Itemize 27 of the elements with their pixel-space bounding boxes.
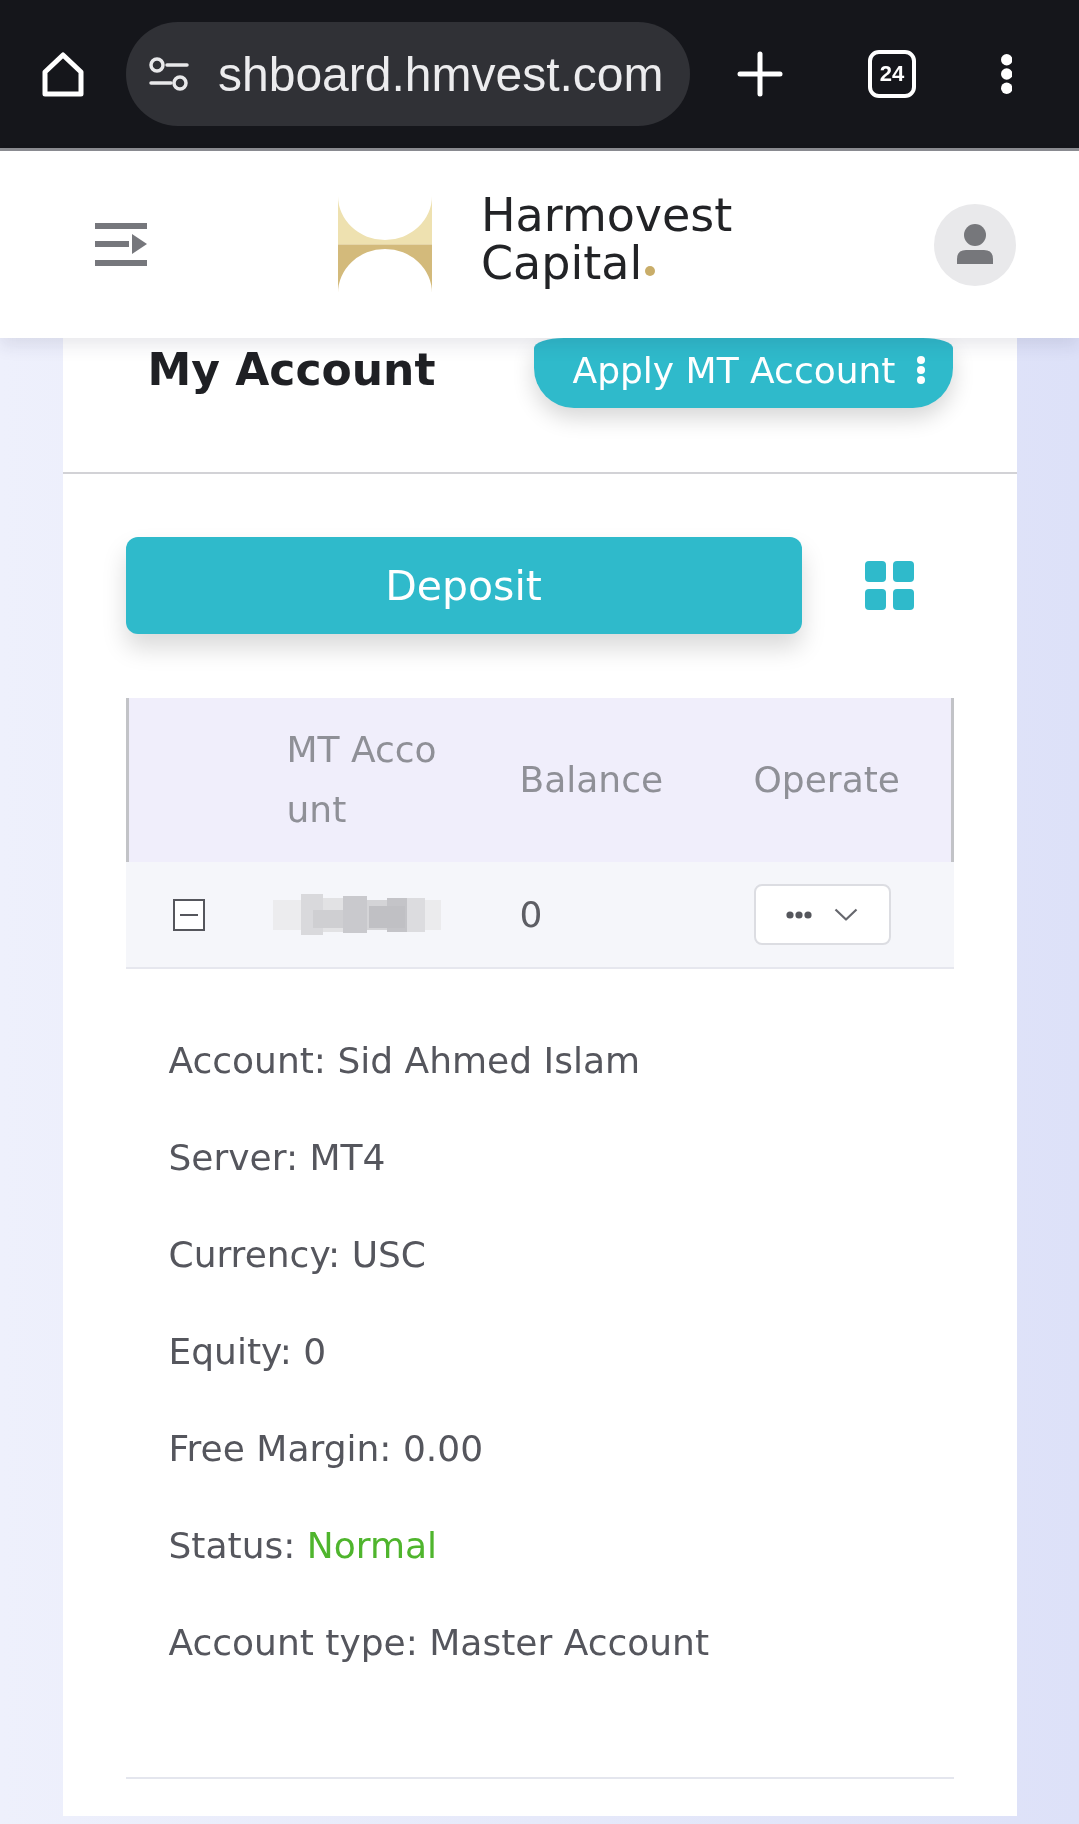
table-row[interactable]: 0 xyxy=(125,862,954,969)
collapse-icon[interactable] xyxy=(172,898,205,931)
menu-toggle-icon[interactable] xyxy=(95,223,147,266)
column-header: MT Account xyxy=(285,728,438,832)
brand-name: Harmovest xyxy=(481,190,733,239)
pixelated-block-icon xyxy=(272,894,441,935)
account-detail: Server: MT4 xyxy=(168,1136,386,1180)
user-avatar-icon[interactable] xyxy=(934,203,1016,286)
account-detail: Status: Normal xyxy=(168,1524,438,1568)
tab-count-button[interactable]: 24 xyxy=(868,50,916,98)
dots-icon xyxy=(786,910,812,919)
account-detail: Account: Sid Ahmed Islam xyxy=(168,1039,641,1083)
account-detail: Free Margin: 0.00 xyxy=(168,1427,484,1471)
chevron-down-icon xyxy=(834,908,858,921)
sliders-icon[interactable] xyxy=(149,56,189,92)
plus-icon[interactable] xyxy=(737,51,783,97)
account-detail: Equity: 0 xyxy=(168,1330,327,1374)
column-header: Operate xyxy=(753,758,900,802)
page-title: My Account xyxy=(147,344,436,396)
column-header: Balance xyxy=(519,758,664,802)
table-cell: 0 xyxy=(519,894,543,935)
address-field[interactable]: shboard.hmvest.com xyxy=(126,22,690,126)
account-detail: Account type: Master Account xyxy=(168,1621,710,1665)
account-detail: Currency: USC xyxy=(168,1233,426,1277)
kebab-menu-icon[interactable] xyxy=(1001,54,1013,94)
brand-name: Capital xyxy=(481,238,643,287)
accent-dot-icon xyxy=(645,265,656,276)
